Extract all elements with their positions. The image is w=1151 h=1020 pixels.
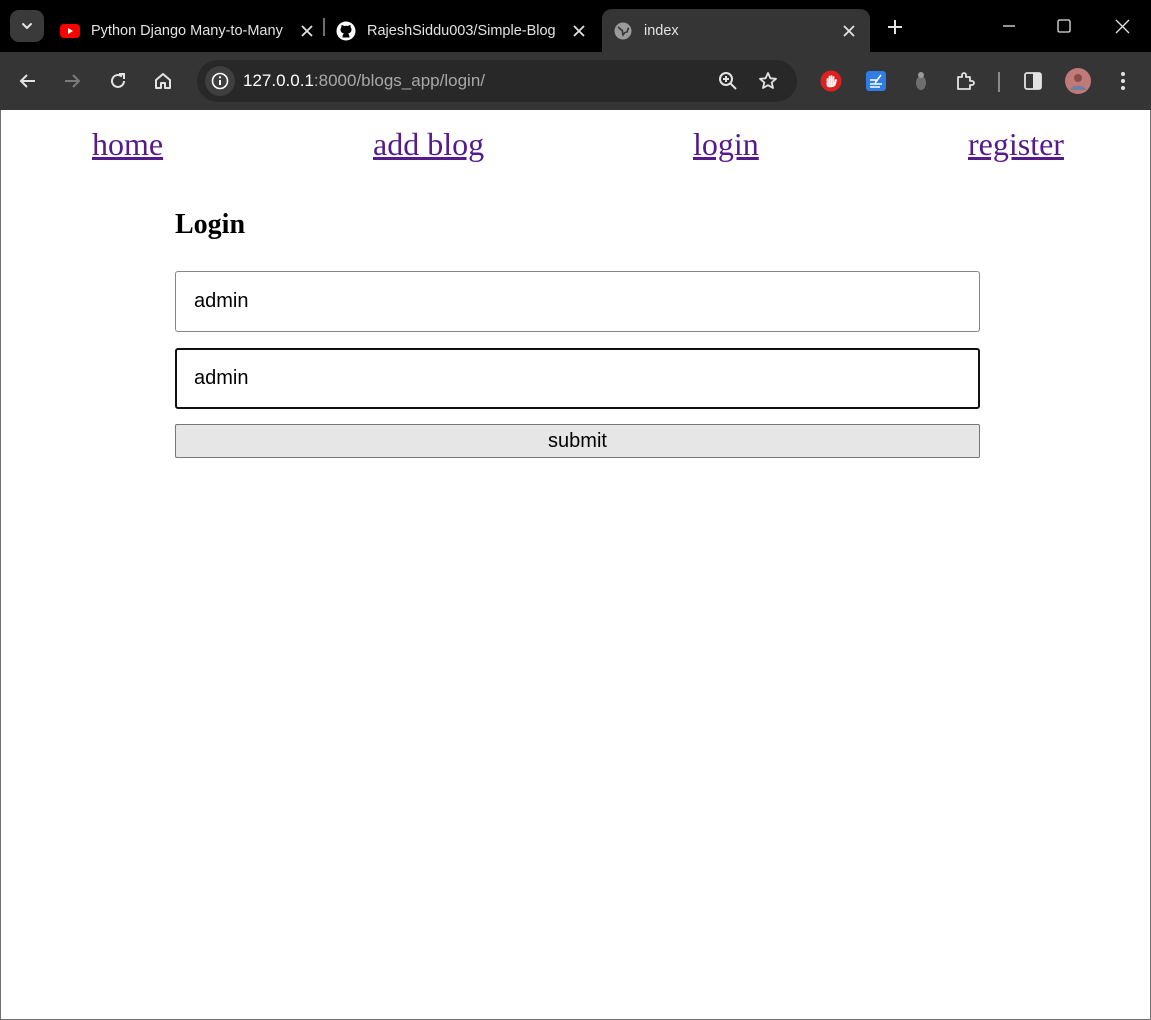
profile-button[interactable] <box>1062 65 1094 97</box>
forward-button[interactable] <box>56 65 88 97</box>
url-host: 127.0.0.1 <box>243 71 314 90</box>
docs-extension-button[interactable] <box>860 65 892 97</box>
new-tab-button[interactable] <box>881 13 909 41</box>
home-icon <box>155 73 171 89</box>
tab-divider <box>323 18 325 36</box>
minimize-icon <box>1003 25 1015 27</box>
bookmark-button[interactable] <box>753 66 783 96</box>
chevron-down-icon <box>22 23 32 29</box>
nav-link-login[interactable]: login <box>693 126 759 163</box>
browser-toolbar: 127.0.0.1:8000/blogs_app/login/ <box>0 52 1151 110</box>
url-path: :8000/blogs_app/login/ <box>313 71 485 90</box>
reload-icon <box>111 73 125 88</box>
extension-button[interactable] <box>905 65 937 97</box>
page-title: Login <box>175 209 246 240</box>
tab-github[interactable]: RajeshSiddu003/Simple-Blog <box>336 9 590 52</box>
close-icon[interactable] <box>838 20 860 42</box>
maximize-icon <box>1057 19 1071 33</box>
toolbar-separator <box>998 72 1000 92</box>
nav-link-add-blog[interactable]: add blog <box>373 126 484 163</box>
github-icon <box>336 21 356 41</box>
zoom-button[interactable] <box>713 66 743 96</box>
more-vertical-icon <box>1121 72 1125 90</box>
tab-title: RajeshSiddu003/Simple-Blog <box>367 22 556 39</box>
close-icon[interactable] <box>296 20 318 42</box>
bug-icon <box>916 72 926 90</box>
adblock-icon <box>820 70 842 92</box>
zoom-in-icon <box>719 72 737 90</box>
address-bar[interactable]: 127.0.0.1:8000/blogs_app/login/ <box>197 60 797 102</box>
globe-icon <box>613 21 633 41</box>
info-icon <box>211 72 229 90</box>
menu-button[interactable] <box>1107 65 1139 97</box>
username-field[interactable] <box>175 271 980 332</box>
tab-youtube[interactable]: Python Django Many-to-Many <box>60 9 318 52</box>
tab-index[interactable]: index <box>602 9 870 52</box>
side-panel-button[interactable] <box>1017 65 1049 97</box>
page-content: home add blog login register Login submi… <box>0 110 1151 1020</box>
avatar <box>1065 68 1091 94</box>
extensions-button[interactable] <box>950 65 982 97</box>
youtube-icon <box>60 21 80 41</box>
site-info-button[interactable] <box>205 66 235 96</box>
nav-link-register[interactable]: register <box>968 126 1064 163</box>
back-button[interactable] <box>12 65 44 97</box>
close-icon[interactable] <box>568 20 590 42</box>
document-edit-icon <box>866 71 886 91</box>
home-button[interactable] <box>147 65 179 97</box>
arrow-left-icon <box>19 74 35 88</box>
side-panel-icon <box>1024 72 1042 90</box>
url-text[interactable]: 127.0.0.1:8000/blogs_app/login/ <box>243 71 485 91</box>
adblock-extension-button[interactable] <box>815 65 847 97</box>
maximize-button[interactable] <box>1046 10 1082 42</box>
reload-button[interactable] <box>102 65 134 97</box>
tab-strip: Python Django Many-to-Many RajeshSiddu00… <box>0 0 1151 52</box>
tab-title: Python Django Many-to-Many <box>91 22 283 39</box>
plus-icon <box>888 20 902 34</box>
arrow-right-icon <box>65 74 81 88</box>
nav-link-home[interactable]: home <box>92 126 163 163</box>
puzzle-icon <box>957 72 975 90</box>
submit-button[interactable]: submit <box>175 424 980 458</box>
window-close-button[interactable] <box>1104 10 1140 42</box>
star-icon <box>759 72 777 89</box>
tab-title: index <box>644 22 679 39</box>
tab-search-button[interactable] <box>10 10 44 42</box>
close-icon <box>1115 19 1129 33</box>
password-field[interactable] <box>175 348 980 409</box>
minimize-button[interactable] <box>991 10 1027 42</box>
